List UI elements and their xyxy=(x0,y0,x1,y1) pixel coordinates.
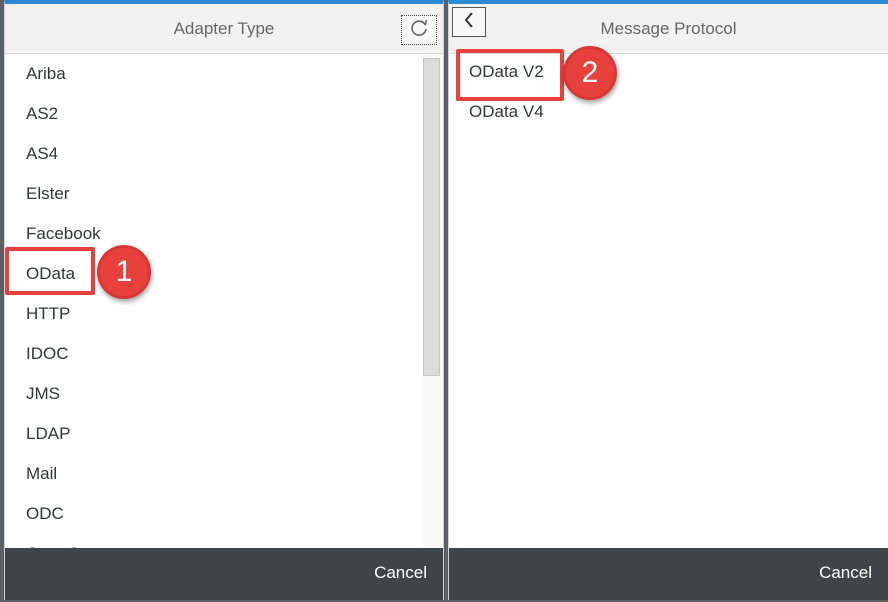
dialog-header: Message Protocol xyxy=(449,4,888,54)
refresh-button[interactable] xyxy=(401,15,437,45)
list-item[interactable]: Elster xyxy=(5,174,423,214)
scrollbar-thumb[interactable] xyxy=(423,58,440,376)
message-protocol-list: OData V2 OData V4 xyxy=(449,52,888,548)
list-item[interactable]: HTTP xyxy=(5,294,423,334)
highlight-box-odata-v2 xyxy=(456,49,564,101)
list-item[interactable]: LDAP xyxy=(5,414,423,454)
list-item[interactable]: AS2 xyxy=(5,94,423,134)
scrollbar[interactable] xyxy=(423,54,441,548)
list-item[interactable]: AS4 xyxy=(5,134,423,174)
list-item[interactable]: Ariba xyxy=(5,54,423,94)
cancel-button[interactable]: Cancel xyxy=(374,561,427,585)
list-item[interactable]: Mail xyxy=(5,454,423,494)
list-item[interactable]: JMS xyxy=(5,374,423,414)
dialog-title: Adapter Type xyxy=(173,19,275,38)
adapter-type-dialog: Adapter Type Ariba AS2 AS4 Elster Facebo… xyxy=(4,0,444,600)
refresh-icon xyxy=(409,18,429,43)
chevron-left-icon xyxy=(462,10,476,35)
back-button[interactable] xyxy=(452,7,486,37)
dialog-title: Message Protocol xyxy=(600,19,737,38)
cancel-button[interactable]: Cancel xyxy=(819,561,872,585)
list-item[interactable]: IDOC xyxy=(5,334,423,374)
step-callout-1: 1 xyxy=(97,245,151,299)
list-item[interactable]: ODC xyxy=(5,494,423,534)
step-callout-2: 2 xyxy=(563,46,617,100)
dialog-footer: Cancel xyxy=(449,548,888,600)
adapter-type-list: Ariba AS2 AS4 Elster Facebook OData HTTP… xyxy=(5,54,423,548)
dialog-header: Adapter Type xyxy=(5,4,443,54)
dialog-footer: Cancel xyxy=(5,548,443,600)
list-item[interactable]: OpenConnectors xyxy=(5,534,423,548)
highlight-box-odata xyxy=(5,247,95,295)
